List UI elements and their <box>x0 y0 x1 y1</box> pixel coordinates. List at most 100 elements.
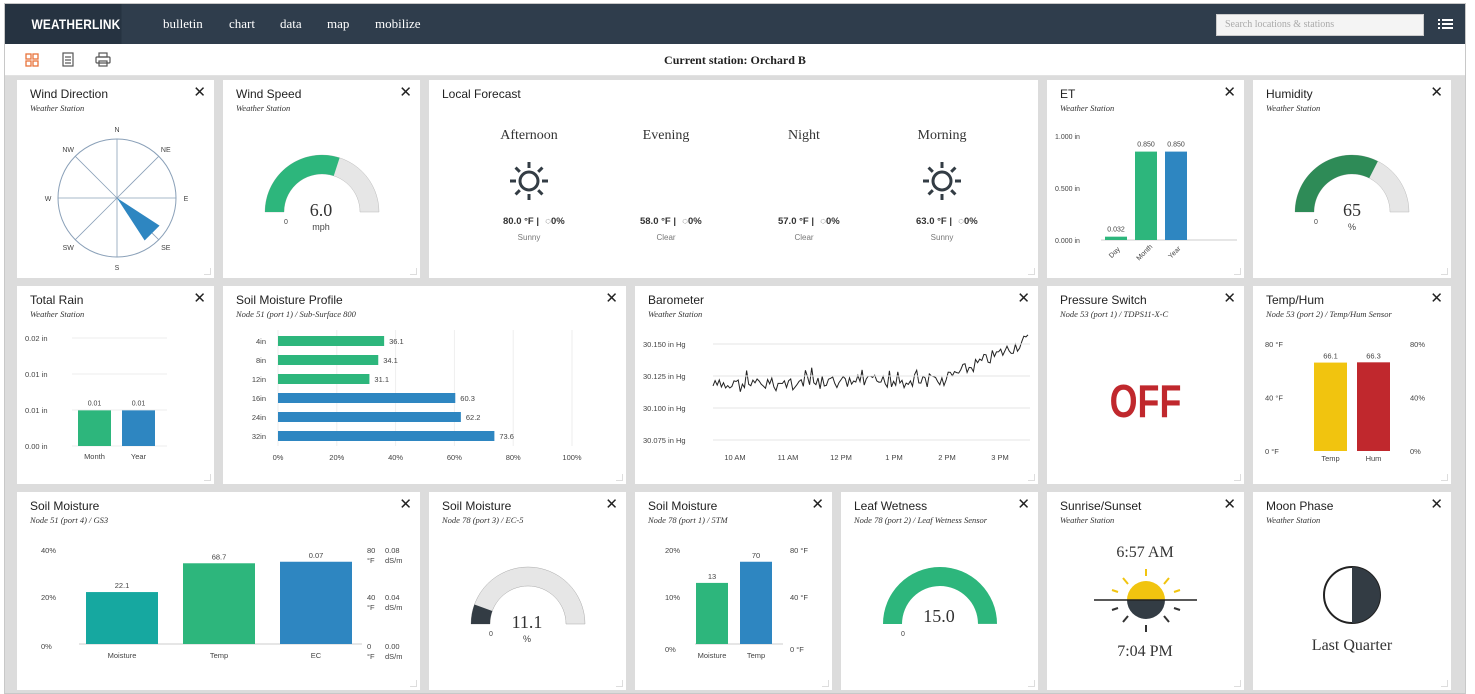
moon-icon <box>792 163 810 199</box>
x-tick-label: Year <box>1167 245 1182 260</box>
soil-moisture-gs3-card: Soil Moisture Node 51 (port 4) / GS3 ✕ 4… <box>17 492 420 690</box>
bar-value-label: 66.3 <box>1366 351 1381 360</box>
resize-handle[interactable] <box>1028 474 1035 481</box>
rain-bar-month <box>78 410 111 446</box>
forecast-temp: 80.0 °F | <box>503 216 539 227</box>
x-tick-label: 80% <box>506 453 521 462</box>
moon-phase-card: Moon Phase Weather Station ✕ Last Quarte… <box>1253 492 1451 690</box>
nav-chart[interactable]: chart <box>229 4 255 44</box>
nav-data[interactable]: data <box>280 4 302 44</box>
depth-label: 8in <box>256 356 266 365</box>
forecast-condition: Sunny <box>931 233 954 242</box>
profile-bar-8in <box>278 355 379 365</box>
y2-tick-unit: °F <box>367 652 375 661</box>
forecast-precip: ◌0% <box>545 216 565 227</box>
x-tick-label: Temp <box>210 651 228 660</box>
x-tick-label: 1 PM <box>885 453 903 462</box>
y-tick-label: 30.150 in Hg <box>643 340 686 349</box>
moon-phase-name: Last Quarter <box>1312 637 1393 654</box>
nav-mobilize[interactable]: mobilize <box>375 4 421 44</box>
resize-handle[interactable] <box>410 680 417 687</box>
y2-tick-label: 40% <box>1410 394 1425 403</box>
forecast-precip: ◌0% <box>820 216 840 227</box>
moon-phase-graphic: Last Quarter <box>1312 566 1393 654</box>
soil-profile-chart: 0% 20% 40% 60% 80% 100% 4in 36.1 8in 34.1 12in 31.1… <box>252 330 582 462</box>
resize-handle[interactable] <box>1234 474 1241 481</box>
bar-temp <box>1314 362 1347 451</box>
forecast-period-name: Afternoon <box>500 128 558 143</box>
profile-bar-16in <box>278 393 456 403</box>
compass-label-w: W <box>45 196 52 203</box>
forecast-period-name: Evening <box>643 128 690 143</box>
wind-direction-card: Wind Direction Weather Station ✕ N NE E SE S… <box>17 80 214 278</box>
x-tick-label: Moisture <box>698 651 727 660</box>
temp-hum-card: Temp/Hum Node 53 (port 2) / Temp/Hum Sen… <box>1253 286 1451 484</box>
pressure-switch-card: Pressure Switch Node 53 (port 1) / TDPS1… <box>1047 286 1244 484</box>
y-tick-label: 1.000 in <box>1055 134 1080 141</box>
barometer-card: Barometer Weather Station ✕ 30.150 in Hg… <box>635 286 1038 484</box>
resize-handle[interactable] <box>822 680 829 687</box>
weatherlink-logo[interactable]: WEATHERLINK <box>5 4 122 44</box>
close-icon[interactable]: ✕ <box>1223 291 1236 307</box>
total-rain-card: Total Rain Weather Station ✕ 0.02 in 0.01… <box>17 286 214 484</box>
sunset-time: 7:04 PM <box>1117 643 1173 660</box>
bar-temp <box>740 561 772 644</box>
sun-icon <box>923 162 961 200</box>
y-tick-label: 0.02 in <box>25 334 48 343</box>
bar-value-label: 0.01 <box>88 400 102 407</box>
current-station-label: Current station: Orchard B <box>664 53 806 67</box>
barometer-series-line <box>712 334 1029 392</box>
resize-handle[interactable] <box>410 268 417 275</box>
nav-map[interactable]: map <box>327 4 349 44</box>
resize-handle[interactable] <box>1028 268 1035 275</box>
profile-bar-12in <box>278 374 370 384</box>
compass-label-sw: SW <box>63 245 75 252</box>
et-bar-chart: 1.000 in 0.500 in 0.000 in 0.032 Day 0.850 Mon… <box>1055 134 1237 263</box>
gauge-min: 0 <box>489 631 493 638</box>
bar-value-label: 31.1 <box>374 375 389 384</box>
y3-tick-unit: dS/m <box>385 652 403 661</box>
y-tick-label: 0.00 in <box>25 442 48 451</box>
resize-handle[interactable] <box>616 474 623 481</box>
x-tick-label: 3 PM <box>991 453 1009 462</box>
forecast-temp: 63.0 °F | <box>916 216 952 227</box>
resize-handle[interactable] <box>1028 680 1035 687</box>
bar-value-label: 0.850 <box>1137 142 1155 149</box>
y2-tick-unit: °F <box>367 556 375 565</box>
soil-moisture-bar-chart: 40% 80°F0.08dS/m20% 40°F0.04dS/m0% 0°F0.00d… <box>41 546 403 661</box>
bar-hum <box>1357 362 1390 451</box>
resize-handle[interactable] <box>1234 268 1241 275</box>
y2-tick-label: 80 °F <box>790 546 808 555</box>
et-bar-year <box>1165 151 1187 240</box>
nav-bulletin[interactable]: bulletin <box>163 4 203 44</box>
gauge-min: 0 <box>1314 219 1318 226</box>
resize-handle[interactable] <box>1441 268 1448 275</box>
list-menu-icon[interactable] <box>1436 14 1456 34</box>
y-tick-label: 0 °F <box>1265 447 1279 456</box>
x-tick-label: Moisture <box>108 651 137 660</box>
resize-handle[interactable] <box>204 268 211 275</box>
et-bar-day <box>1105 236 1127 240</box>
depth-label: 12in <box>252 375 266 384</box>
forecast-condition: Sunny <box>518 233 541 242</box>
x-tick-label: EC <box>311 651 322 660</box>
resize-handle[interactable] <box>616 680 623 687</box>
search-input[interactable]: Search locations & stations <box>1216 14 1424 36</box>
y-tick-label: 80 °F <box>1265 340 1283 349</box>
humidity-gauge: 65 % 0 <box>1294 154 1410 232</box>
humidity-value: 65 <box>1343 200 1361 220</box>
compass-spoke <box>74 155 118 199</box>
resize-handle[interactable] <box>204 474 211 481</box>
bar-value-label: 36.1 <box>389 337 404 346</box>
y3-tick-label: 0.08 <box>385 546 400 555</box>
bar-value-label: 22.1 <box>115 581 130 590</box>
resize-handle[interactable] <box>1234 680 1241 687</box>
compass-label-nw: NW <box>62 147 74 154</box>
x-tick-label: Month <box>1136 244 1155 263</box>
compass-label-e: E <box>184 196 189 203</box>
resize-handle[interactable] <box>1441 680 1448 687</box>
bar-moisture <box>696 582 728 644</box>
resize-handle[interactable] <box>1441 474 1448 481</box>
y-tick-label: 40% <box>41 546 56 555</box>
wind-speed-card: Wind Speed Weather Station ✕ 6.0 mph 0 <box>223 80 420 278</box>
